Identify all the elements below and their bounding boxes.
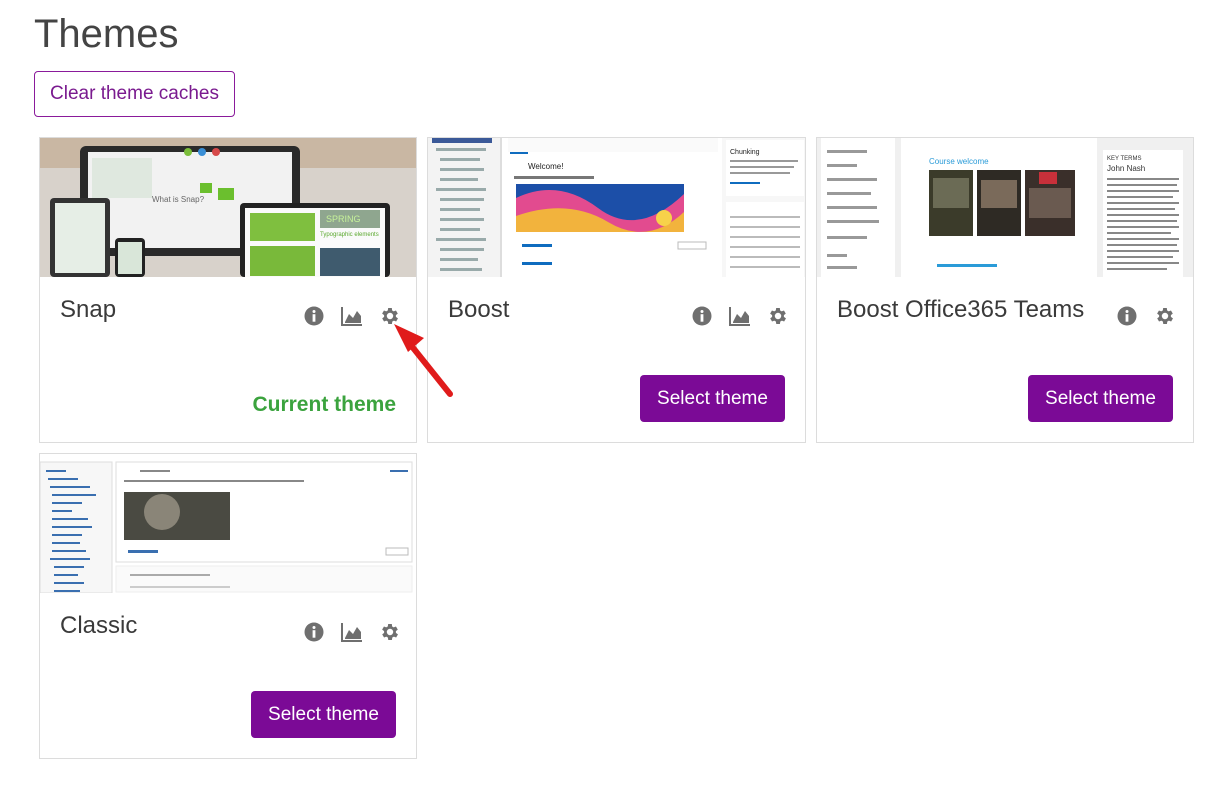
- theme-name: Classic: [60, 612, 138, 639]
- theme-preview-classic[interactable]: [40, 454, 416, 593]
- chart-icon[interactable]: [728, 304, 752, 328]
- info-icon[interactable]: [302, 620, 326, 644]
- chart-icon[interactable]: [340, 304, 364, 328]
- svg-text:Welcome!: Welcome!: [528, 162, 563, 171]
- theme-preview-boost-office365-teams[interactable]: Course welcome KEY TERMS John Nash: [817, 138, 1193, 277]
- theme-card-snap: What is Snap? SPRING Typographic element…: [39, 137, 417, 443]
- theme-actions: [302, 304, 402, 328]
- select-theme-button[interactable]: Select theme: [1028, 375, 1173, 422]
- svg-text:What is Snap?: What is Snap?: [152, 195, 205, 204]
- theme-card-boost-office365-teams: Course welcome KEY TERMS John Nash Boost…: [816, 137, 1194, 443]
- svg-text:Typographic elements: Typographic elements: [320, 232, 379, 238]
- svg-text:John Nash: John Nash: [1107, 164, 1145, 173]
- gear-icon[interactable]: [766, 304, 790, 328]
- svg-text:KEY TERMS: KEY TERMS: [1107, 156, 1141, 162]
- svg-text:Course welcome: Course welcome: [929, 157, 989, 166]
- theme-preview-boost[interactable]: Welcome! Chunking: [428, 138, 805, 277]
- current-theme-label: Current theme: [252, 393, 396, 416]
- gear-icon[interactable]: [1153, 304, 1177, 328]
- theme-name: Boost Office365 Teams: [837, 296, 1085, 323]
- info-icon[interactable]: [1115, 304, 1139, 328]
- page-title: Themes: [34, 12, 179, 56]
- theme-name: Snap: [60, 296, 117, 323]
- select-theme-button[interactable]: Select theme: [640, 375, 785, 422]
- svg-text:Chunking: Chunking: [730, 149, 760, 156]
- theme-card-classic: Classic Select theme: [39, 453, 417, 759]
- theme-card-boost: Welcome! Chunking Boost Select theme: [427, 137, 806, 443]
- theme-actions: [1115, 304, 1177, 328]
- select-theme-button[interactable]: Select theme: [251, 691, 396, 738]
- info-icon[interactable]: [690, 304, 714, 328]
- info-icon[interactable]: [302, 304, 326, 328]
- theme-actions: [302, 620, 402, 644]
- clear-theme-caches-button[interactable]: Clear theme caches: [34, 71, 235, 117]
- theme-preview-snap[interactable]: What is Snap? SPRING Typographic element…: [40, 138, 416, 277]
- svg-text:SPRING: SPRING: [326, 214, 361, 224]
- chart-icon[interactable]: [340, 620, 364, 644]
- annotation-arrow-icon: [394, 324, 453, 397]
- gear-icon[interactable]: [378, 620, 402, 644]
- theme-actions: [690, 304, 790, 328]
